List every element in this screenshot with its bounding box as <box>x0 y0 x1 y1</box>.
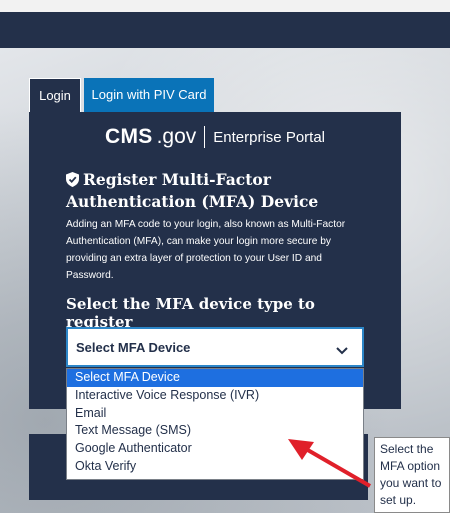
chevron-down-icon <box>336 342 348 360</box>
top-strip <box>0 0 450 12</box>
mfa-description: Adding an MFA code to your login, also k… <box>66 219 346 281</box>
logo-portal-name: Enterprise Portal <box>213 128 325 146</box>
cms-logo: CMS .gov Enterprise Portal <box>29 124 401 150</box>
shield-check-icon <box>66 172 79 192</box>
tab-login-piv-card[interactable]: Login with PIV Card <box>84 78 214 112</box>
option-select-mfa-device[interactable]: Select MFA Device <box>67 369 363 387</box>
select-current-value: Select MFA Device <box>76 340 191 355</box>
tab-login[interactable]: Login <box>29 78 81 112</box>
mfa-device-select[interactable]: Select MFA Device <box>66 327 364 367</box>
option-ivr[interactable]: Interactive Voice Response (IVR) <box>67 387 363 405</box>
select-device-label: Select the MFA device type to register <box>66 295 315 331</box>
logo-domain: .gov <box>156 125 197 148</box>
top-header-bar <box>0 0 450 49</box>
logo-brand: CMS <box>105 125 153 148</box>
page-title-text: Register Multi-Factor Authentication (MF… <box>66 170 319 211</box>
callout-note: Select the MFA option you want to set up… <box>374 437 450 513</box>
option-email[interactable]: Email <box>67 405 363 423</box>
page-title: Register Multi-Factor Authentication (MF… <box>66 170 386 212</box>
logo-divider <box>204 126 206 148</box>
callout-arrow-icon <box>288 439 372 488</box>
